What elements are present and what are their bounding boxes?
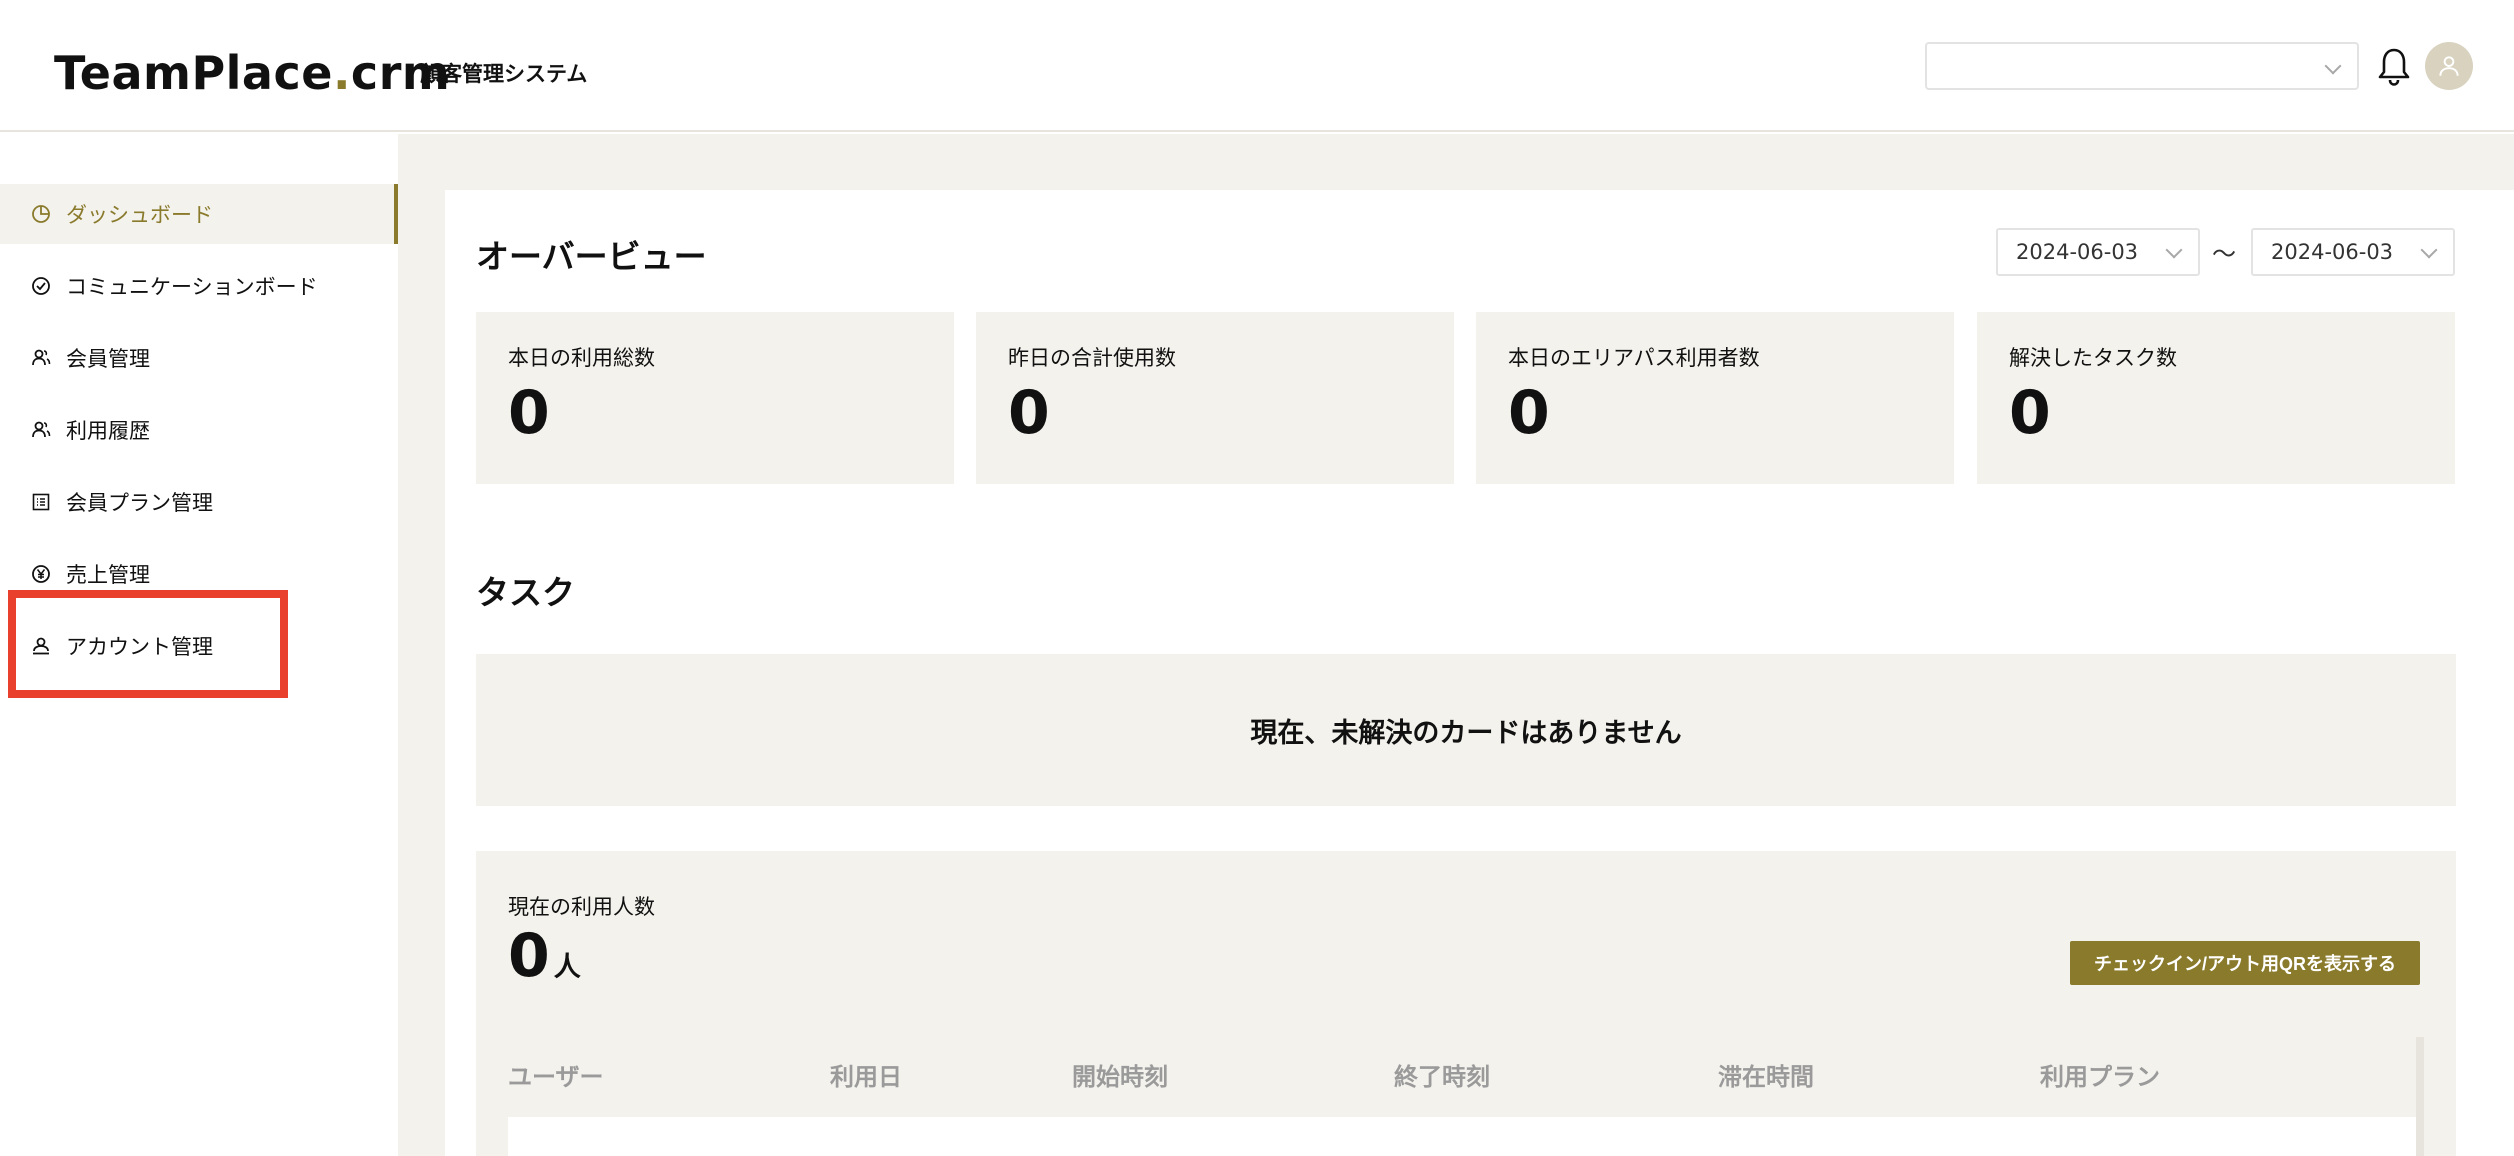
sidebar-item-label: ダッシュボード <box>66 203 213 227</box>
stat-label: 解決したタスク数 <box>2009 346 2177 370</box>
chevron-down-icon <box>2165 241 2183 259</box>
users-icon <box>30 347 52 369</box>
usage-table-body <box>508 1117 2416 1156</box>
stat-card-resolved-tasks: 解決したタスク数 0 <box>1977 312 2455 484</box>
account-icon <box>30 635 52 657</box>
column-header-plan[interactable]: 利用プラン <box>2040 1057 2160 1092</box>
sidebar-item-label: 会員プラン管理 <box>66 491 213 515</box>
table-scrollbar[interactable] <box>2416 1037 2424 1156</box>
bell-icon[interactable] <box>2376 46 2412 88</box>
task-section-title: タスク <box>476 573 575 612</box>
logo-dot: . <box>332 46 351 100</box>
show-checkin-qr-button[interactable]: チェックイン/アウト用QRを表示する <box>2070 941 2420 985</box>
sidebar-item-label: 売上管理 <box>66 563 150 587</box>
column-header-end-time[interactable]: 終了時刻 <box>1394 1057 1490 1092</box>
app-header: TeamPlace.crm 顧客管理システム <box>0 0 2514 132</box>
sidebar-item-usage-history[interactable]: 利用履歴 <box>0 400 398 460</box>
sidebar-item-label: 会員管理 <box>66 347 150 371</box>
stat-label: 本日のエリアパス利用者数 <box>1508 346 1760 370</box>
usage-value: 0 人 <box>508 921 581 991</box>
stat-value: 0 <box>508 378 550 448</box>
sidebar-item-dashboard[interactable]: ダッシュボード <box>0 184 398 244</box>
date-separator: 〜 <box>2212 240 2236 268</box>
usage-count: 0 <box>508 921 550 991</box>
date-to-picker[interactable]: 2024-06-03 <box>2251 228 2455 276</box>
sidebar-item-communication-board[interactable]: コミュニケーションボード <box>0 256 398 316</box>
app-logo[interactable]: TeamPlace.crm <box>54 36 450 96</box>
logo-main: TeamPlace <box>54 46 333 100</box>
sidebar: ダッシュボード コミュニケーションボード 会員管理 利用履歴 会員プラン管理 売… <box>0 134 398 1156</box>
stat-label: 昨日の合計使用数 <box>1008 346 1176 370</box>
stat-value: 0 <box>1008 378 1050 448</box>
overview-title: オーバービュー <box>476 237 707 276</box>
task-empty-message: 現在、未解決のカードはありません <box>476 654 2456 806</box>
list-icon <box>30 491 52 513</box>
check-circle-icon <box>30 275 52 297</box>
column-header-duration[interactable]: 滞在時間 <box>1718 1057 1814 1092</box>
sidebar-item-sales[interactable]: 売上管理 <box>0 544 398 604</box>
usage-label: 現在の利用人数 <box>508 895 655 919</box>
stat-card-yesterday-total: 昨日の合計使用数 0 <box>976 312 1454 484</box>
column-header-date[interactable]: 利用日 <box>830 1057 902 1092</box>
user-icon <box>2439 56 2459 76</box>
app-subtitle: 顧客管理システム <box>420 62 588 86</box>
date-from-picker[interactable]: 2024-06-03 <box>1996 228 2200 276</box>
stat-value: 0 <box>2009 378 2051 448</box>
pie-chart-icon <box>30 203 52 225</box>
sidebar-item-label: 利用履歴 <box>66 419 150 443</box>
usage-table-header: ユーザー 利用日 開始時刻 終了時刻 滞在時間 利用プラン <box>476 1037 2416 1103</box>
usage-unit: 人 <box>553 952 581 983</box>
sidebar-item-label: アカウント管理 <box>66 635 213 659</box>
yen-circle-icon <box>30 563 52 585</box>
stat-label: 本日の利用総数 <box>508 346 655 370</box>
sidebar-item-member-plans[interactable]: 会員プラン管理 <box>0 472 398 532</box>
header-select[interactable] <box>1925 42 2359 90</box>
users-icon <box>30 419 52 441</box>
task-empty-text: 現在、未解決のカードはありません <box>1250 717 1682 749</box>
chevron-down-icon <box>2420 241 2438 259</box>
user-avatar[interactable] <box>2425 42 2473 90</box>
current-usage-card: 現在の利用人数 0 人 チェックイン/アウト用QRを表示する ユーザー 利用日 … <box>476 851 2456 1156</box>
stat-value: 0 <box>1508 378 1550 448</box>
sidebar-item-members[interactable]: 会員管理 <box>0 328 398 388</box>
column-header-user[interactable]: ユーザー <box>508 1057 604 1092</box>
date-from-value: 2024-06-03 <box>2016 240 2139 264</box>
column-header-start-time[interactable]: 開始時刻 <box>1072 1057 1168 1092</box>
date-to-value: 2024-06-03 <box>2271 240 2394 264</box>
stat-card-today-total: 本日の利用総数 0 <box>476 312 954 484</box>
sidebar-item-account[interactable]: アカウント管理 <box>0 616 398 676</box>
stat-card-area-pass-users: 本日のエリアパス利用者数 0 <box>1476 312 1954 484</box>
chevron-down-icon <box>2324 57 2342 75</box>
sidebar-item-label: コミュニケーションボード <box>66 275 318 299</box>
